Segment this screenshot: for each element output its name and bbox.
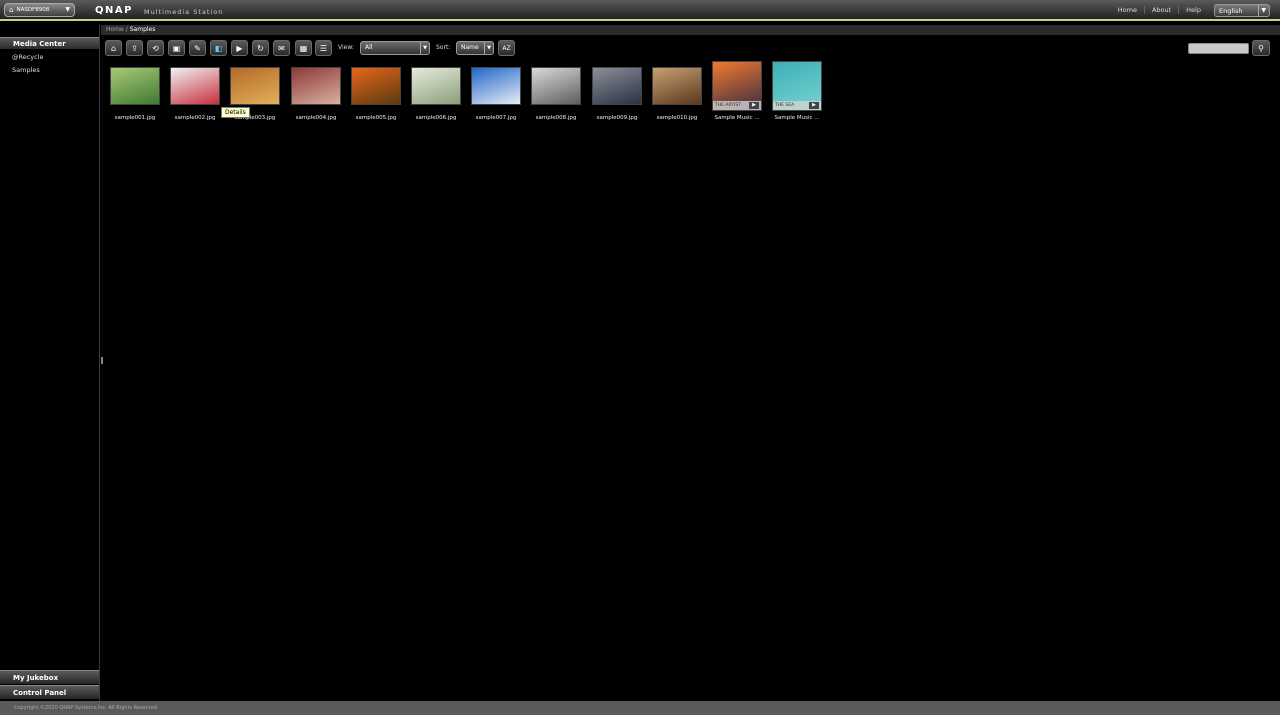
- photo-thumbnail[interactable]: [170, 67, 220, 105]
- breadcrumb-current: Samples: [129, 26, 156, 33]
- search-button[interactable]: ⚲: [1252, 40, 1270, 56]
- file-name: sample001.jpg: [114, 115, 156, 121]
- music-item[interactable]: THE SEA ▶ Sample Music ...: [771, 61, 823, 121]
- view-select[interactable]: All ▼: [360, 41, 430, 55]
- home-button[interactable]: ⌂: [105, 40, 122, 56]
- language-select[interactable]: English ▼: [1214, 4, 1270, 17]
- file-name: Sample Music ...: [774, 115, 820, 121]
- sidebar-item-control-panel[interactable]: Control Panel: [0, 685, 99, 699]
- sidebar-item-samples[interactable]: Samples: [0, 66, 99, 75]
- play-icon[interactable]: ▶: [749, 102, 759, 109]
- chevron-down-icon: ▼: [65, 6, 70, 13]
- sidebar-header-media-center[interactable]: Media Center: [0, 37, 99, 49]
- photo-item[interactable]: sample008.jpg: [530, 67, 582, 121]
- play-button[interactable]: ▶: [231, 40, 248, 56]
- photo-thumbnail[interactable]: [531, 67, 581, 105]
- home-icon: ⌂: [110, 43, 117, 53]
- house-icon: ⌂: [9, 6, 14, 14]
- sort-order-button[interactable]: AZ: [498, 40, 515, 56]
- upload-button[interactable]: ⇪: [126, 40, 143, 56]
- view-label: View:: [338, 44, 354, 51]
- chevron-down-icon: ▼: [484, 42, 491, 54]
- music-item[interactable]: THE ARTIST ▶ Sample Music ...: [711, 61, 763, 121]
- file-name: sample007.jpg: [475, 115, 517, 121]
- copyright-footer: Copyright ©2010 QNAP Systems,Inc. All Ri…: [0, 701, 1280, 715]
- rotate-button[interactable]: ⟲: [147, 40, 164, 56]
- file-name: sample004.jpg: [295, 115, 337, 121]
- sidebar-item-my-jukebox[interactable]: My Jukebox: [0, 670, 99, 684]
- file-name: sample005.jpg: [355, 115, 397, 121]
- photo-thumbnail[interactable]: [110, 67, 160, 105]
- search-input[interactable]: [1188, 43, 1249, 54]
- list-view-button[interactable]: ☰: [315, 40, 332, 56]
- photo-thumbnail[interactable]: [592, 67, 642, 105]
- file-name: sample009.jpg: [596, 115, 638, 121]
- sidebar-item-recycle[interactable]: @Recycle: [0, 53, 99, 62]
- album-art[interactable]: THE ARTIST ▶: [712, 61, 762, 111]
- share-icon: ↻: [257, 43, 264, 53]
- file-name: sample008.jpg: [535, 115, 577, 121]
- search-icon: ⚲: [1258, 43, 1264, 53]
- share-button[interactable]: ↻: [252, 40, 269, 56]
- file-name: Sample Music ...: [714, 115, 760, 121]
- edit-icon: ✎: [194, 43, 201, 53]
- file-name: sample006.jpg: [415, 115, 457, 121]
- photo-item[interactable]: sample004.jpg: [290, 67, 342, 121]
- frame-icon: ▣: [172, 43, 181, 53]
- photo-item[interactable]: sample009.jpg: [591, 67, 643, 121]
- album-button[interactable]: ◧: [210, 40, 227, 56]
- home-link[interactable]: Home: [1111, 6, 1145, 14]
- sort-label: Sort:: [436, 44, 451, 51]
- photo-item[interactable]: sample010.jpg: [651, 67, 703, 121]
- qnap-logo: QNAP: [95, 5, 133, 16]
- top-links: Home About Help: [1111, 6, 1208, 14]
- album-icon: ◧: [214, 43, 223, 53]
- photo-thumbnail[interactable]: [230, 67, 280, 105]
- sidebar: Media Center @Recycle Samples My Jukebox…: [0, 25, 100, 701]
- about-link[interactable]: About: [1145, 6, 1180, 14]
- breadcrumb: Home / Samples: [101, 25, 1280, 35]
- grid-icon: ▦: [299, 43, 308, 53]
- photo-item[interactable]: sample002.jpg: [169, 67, 221, 121]
- language-value: English: [1219, 7, 1243, 15]
- help-link[interactable]: Help: [1179, 6, 1208, 14]
- sort-value: Name: [461, 44, 479, 51]
- mail-icon: ✉: [278, 43, 285, 53]
- play-icon: ▶: [236, 43, 243, 53]
- photo-thumbnail[interactable]: [471, 67, 521, 105]
- view-value: All: [365, 44, 373, 51]
- sort-az-icon: AZ: [502, 44, 511, 52]
- slideshow-button[interactable]: ▣: [168, 40, 185, 56]
- list-icon: ☰: [319, 43, 328, 53]
- email-button[interactable]: ✉: [273, 40, 290, 56]
- photo-thumbnail[interactable]: [652, 67, 702, 105]
- breadcrumb-separator: /: [125, 26, 128, 33]
- panel-splitter[interactable]: [101, 357, 103, 364]
- photo-thumbnail[interactable]: [351, 67, 401, 105]
- upload-icon: ⇪: [131, 43, 138, 53]
- photo-item[interactable]: sample007.jpg: [470, 67, 522, 121]
- photo-item[interactable]: sample001.jpg: [109, 67, 161, 121]
- edit-button[interactable]: ✎: [189, 40, 206, 56]
- tooltip: Details: [221, 107, 250, 118]
- breadcrumb-home[interactable]: Home: [106, 26, 124, 33]
- top-bar: ⌂ NASDF8908 ▼ QNAP Multimedia Station Ho…: [0, 0, 1280, 21]
- photo-item[interactable]: sample005.jpg: [350, 67, 402, 121]
- app-subtitle: Multimedia Station: [144, 8, 224, 16]
- nas-selector[interactable]: ⌂ NASDF8908 ▼: [4, 3, 75, 17]
- chevron-down-icon: ▼: [1258, 5, 1266, 17]
- photo-thumbnail[interactable]: [291, 67, 341, 105]
- photo-thumbnail[interactable]: [411, 67, 461, 105]
- play-icon[interactable]: ▶: [809, 102, 819, 109]
- nas-name: NASDF8908: [16, 7, 50, 13]
- thumbnail-view-button[interactable]: ▦: [295, 40, 312, 56]
- sort-select[interactable]: Name ▼: [456, 41, 494, 55]
- photo-item[interactable]: sample006.jpg: [410, 67, 462, 121]
- file-name: sample010.jpg: [656, 115, 698, 121]
- rotate-icon: ⟲: [152, 43, 159, 53]
- accent-divider: [0, 19, 1280, 21]
- album-art[interactable]: THE SEA ▶: [772, 61, 822, 111]
- file-name: sample002.jpg: [174, 115, 216, 121]
- chevron-down-icon: ▼: [420, 42, 427, 54]
